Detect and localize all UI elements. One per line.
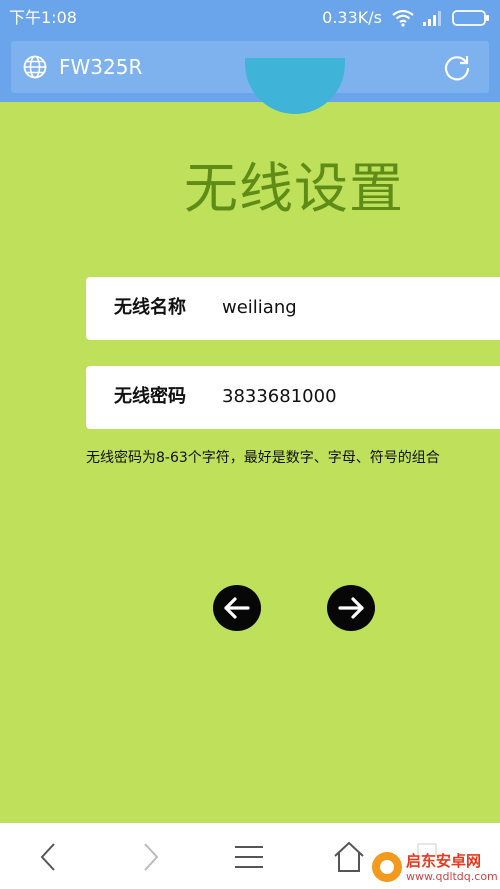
signal-icon <box>423 11 441 26</box>
back-icon <box>40 843 55 871</box>
status-bar: 下午1:08 0.33K/s <box>0 0 500 36</box>
prev-step-button[interactable] <box>213 585 261 631</box>
home-icon <box>334 841 364 872</box>
menu-icon <box>235 846 263 868</box>
ssid-label: 无线名称 <box>114 297 186 318</box>
watermark-url: www.qdltdq.com <box>406 869 498 883</box>
ssid-row: 无线名称 weiliang <box>86 277 500 340</box>
password-hint: 无线密码为8-63个字符，最好是数字、字母、符号的组合 <box>86 450 440 466</box>
url-text: FW325R <box>59 55 143 79</box>
ssid-input[interactable]: weiliang <box>222 296 297 320</box>
forward-icon <box>144 843 159 871</box>
forward-button[interactable] <box>133 840 167 874</box>
page-title: 无线设置 <box>184 157 404 221</box>
status-time: 下午1:08 <box>9 8 77 27</box>
logo-decoration <box>245 58 345 114</box>
menu-button[interactable] <box>232 840 266 874</box>
password-input[interactable]: 3833681000 <box>222 385 337 409</box>
watermark-logo-icon <box>372 852 402 882</box>
watermark-name: 启东安卓网 <box>406 851 482 870</box>
back-button[interactable] <box>32 840 66 874</box>
arrow-right-icon <box>338 597 364 619</box>
arrow-left-icon <box>224 597 250 619</box>
status-indicators: 0.33K/s <box>322 8 490 28</box>
wifi-icon <box>392 9 414 27</box>
password-label: 无线密码 <box>114 386 186 407</box>
watermark: 启东安卓网 www.qdltdq.com <box>372 850 498 884</box>
network-speed: 0.33K/s <box>322 8 382 27</box>
reload-icon[interactable] <box>443 53 471 81</box>
next-step-button[interactable] <box>327 585 375 631</box>
battery-icon <box>452 10 489 26</box>
globe-icon <box>23 55 47 79</box>
password-row: 无线密码 3833681000 <box>86 366 500 429</box>
home-button[interactable] <box>332 840 366 874</box>
